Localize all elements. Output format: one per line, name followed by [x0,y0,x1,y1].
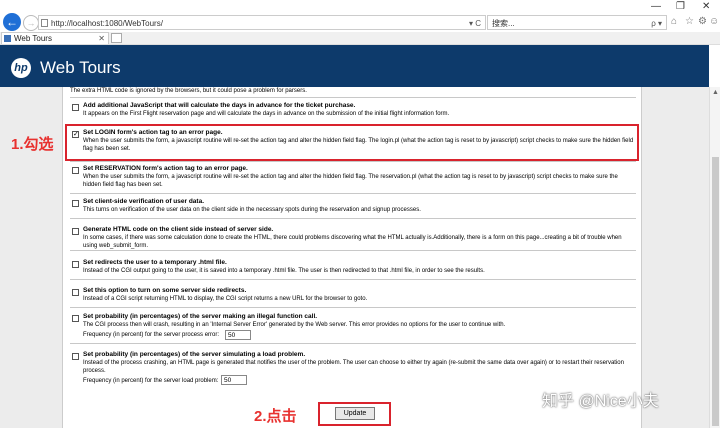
annotation-step2: 2.点击 [254,408,297,425]
option-checkbox[interactable] [72,200,79,207]
search-box[interactable]: 搜索... ρ ▾ [487,15,667,30]
vertical-scrollbar[interactable]: ▲ [709,87,720,428]
option-checkbox[interactable] [72,315,79,322]
option-client-html: Generate HTML code on the client side in… [70,226,636,251]
maximize-icon[interactable]: ❐ [676,1,685,12]
annotation-box-update [318,402,391,426]
option-load-problem: Set probability (in percentages) of the … [70,351,636,388]
settings-gear-icon[interactable]: ⚙ [698,16,707,27]
favorites-star-icon[interactable]: ☆ [685,16,694,27]
close-window-icon[interactable]: ✕ [702,1,710,12]
option-checkbox[interactable] [72,104,79,111]
option-desc: Instead of a CGI script returning HTML t… [83,296,368,302]
forward-button-icon[interactable]: → [23,15,39,31]
watermark: 知乎 @Nice小夫 [542,393,659,410]
option-reservation-action: Set RESERVATION form's action tag to an … [70,165,636,194]
close-tab-icon[interactable]: ✕ [98,33,105,44]
option-desc: The CGI process then will crash, resulti… [83,322,506,328]
option-title: Add additional JavaScript that will calc… [83,102,356,109]
favicon-icon [4,35,11,42]
option-checkbox[interactable] [72,289,79,296]
frequency-label: Frequency (in percent) for the server lo… [83,378,219,384]
scroll-thumb[interactable] [712,157,719,426]
address-bar[interactable]: http://localhost:1080/WebTours/ ▾ C [38,15,486,30]
address-url: http://localhost:1080/WebTours/ [51,19,163,28]
back-button-icon[interactable]: ← [3,13,21,31]
option-desc: Instead of the process crashing, an HTML… [83,360,624,374]
option-desc: In some cases, if there was some calcula… [83,235,622,249]
address-controls[interactable]: ▾ C [469,16,481,31]
home-icon[interactable]: ⌂ [671,16,677,27]
option-title: Set probability (in percentages) of the … [83,313,318,320]
option-title: Set RESERVATION form's action tag to an … [83,165,248,172]
option-client-verification: Set client-side verification of user dat… [70,198,636,219]
smiley-feedback-icon[interactable]: ☺ [709,16,719,27]
option-title: Generate HTML code on the client side in… [83,226,274,233]
frequency-load-input[interactable]: 50 [221,375,247,385]
option-javascript-days: Add additional JavaScript that will calc… [70,102,636,126]
option-title: Set client-side verification of user dat… [83,198,205,205]
hp-logo: hp [11,58,31,78]
tab-web-tours[interactable]: Web Tours ✕ [1,32,109,44]
option-checkbox[interactable] [72,261,79,268]
new-tab-icon[interactable] [111,33,122,43]
annotation-box-login-option [65,124,639,161]
tab-title: Web Tours [14,34,52,43]
divider [70,97,636,98]
option-checkbox[interactable] [72,167,79,174]
minimize-icon[interactable]: — [651,1,661,12]
frequency-label: Frequency (in percent) for the server pr… [83,332,220,338]
option-desc: Instead of the CGI output going to the u… [83,268,485,274]
tab-bar: Web Tours ✕ [0,32,720,45]
option-desc: This turns on verification of the user d… [83,207,421,213]
browser-toolbar: — ❐ ✕ ← → http://localhost:1080/WebTours… [0,0,720,32]
option-title: Set redirects the user to a temporary .h… [83,259,227,266]
option-desc: When the user submits the form, a javasc… [83,174,618,188]
scroll-up-arrow-icon[interactable]: ▲ [712,89,719,96]
frequency-error-input[interactable]: 50 [225,330,251,340]
option-illegal-call: Set probability (in percentages) of the … [70,313,636,344]
option-desc: It appears on the First Flight reservati… [83,111,450,117]
option-checkbox[interactable] [72,228,79,235]
site-brand: Web Tours [40,58,121,77]
search-controls[interactable]: ρ ▾ [651,16,662,31]
option-title: Set probability (in percentages) of the … [83,351,306,358]
option-checkbox[interactable] [72,353,79,360]
page-icon [41,19,48,27]
option-title: Set this option to turn on some server s… [83,287,247,294]
top-fragment-text: The extra HTML code is ignored by the br… [70,88,307,94]
annotation-step1: 1.勾选 [11,136,54,153]
search-placeholder: 搜索... [492,19,515,28]
site-banner: hp Web Tours [0,45,709,87]
option-temp-html: Set redirects the user to a temporary .h… [70,259,636,280]
option-server-redirects: Set this option to turn on some server s… [70,287,636,308]
